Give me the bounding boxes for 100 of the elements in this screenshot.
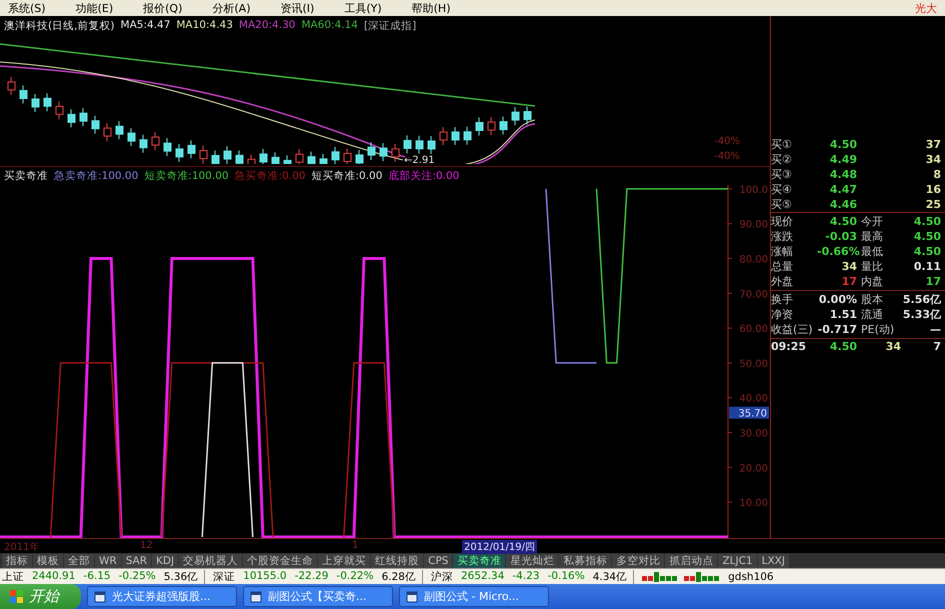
index-name: 深证 — [213, 570, 236, 584]
indicator-title: 买卖奇准 — [4, 169, 48, 183]
order-label: 买② — [771, 152, 793, 167]
quote-label: 涨跌 — [771, 229, 794, 244]
indicator-tab[interactable]: 私募指标 — [559, 554, 612, 568]
indicator-tab[interactable]: 个股资金生命 — [243, 554, 318, 568]
index-percent: -0.16% — [548, 570, 585, 584]
quote-value: 4.50 — [828, 215, 857, 228]
order-label: 买③ — [771, 167, 793, 182]
tick-price: 4.50 — [828, 340, 857, 353]
candlestick — [56, 100, 64, 120]
index-value: 10155.0 — [243, 570, 287, 584]
indicator-tab[interactable]: 抓启动点 — [665, 554, 718, 568]
indicator-legend: 短买奇准:0.00 — [311, 169, 382, 183]
candlestick — [80, 108, 88, 127]
indicator-tab[interactable]: CPS — [424, 554, 452, 568]
tick-time: 09:25 — [771, 340, 808, 353]
indicator-tab[interactable]: 上穿就买 — [318, 554, 370, 568]
candlestick — [416, 135, 424, 154]
candlestick — [356, 149, 364, 164]
indicator-tab[interactable]: ZLJC1 — [718, 554, 757, 568]
candlestick — [212, 150, 220, 164]
index-amount: 6.28亿 — [382, 570, 416, 584]
order-volume: 34 — [924, 153, 941, 166]
indicator-tab[interactable]: 多空对比 — [612, 554, 664, 568]
window-icon — [94, 590, 106, 602]
order-price: 4.48 — [828, 168, 857, 181]
axis-label: 100.0 — [739, 185, 768, 196]
candlestick — [128, 128, 136, 147]
quote-value: — — [929, 323, 941, 336]
indicator-tab[interactable]: KDJ — [152, 554, 178, 568]
indicator-legend: 底部关注:0.00 — [388, 169, 460, 183]
market-breadth-icon — [642, 572, 720, 582]
candlestick — [248, 154, 256, 164]
windows-logo-icon — [10, 590, 23, 603]
index-change: -4.23 — [512, 570, 540, 584]
index-percent: -0.22% — [336, 570, 374, 584]
quote-label: 现价 — [771, 214, 794, 229]
menu-item[interactable]: 功能(E) — [76, 0, 114, 16]
axis-label: 70.00 — [739, 289, 768, 300]
indicator-tab[interactable]: 全部 — [64, 554, 94, 568]
start-button[interactable]: 开始 — [0, 584, 81, 609]
quote-value: 5.33亿 — [902, 307, 941, 322]
indicator-tab[interactable]: 模板 — [33, 554, 63, 568]
quote-label: 涨幅 — [771, 244, 794, 259]
taskbar-button[interactable]: 光大证券超强版股... — [87, 586, 237, 607]
axis-label: 40.00 — [739, 394, 768, 405]
quote-value: 4.50 — [912, 215, 941, 228]
taskbar-button[interactable]: 副图公式 - Micro... — [399, 586, 549, 607]
indicator-tab[interactable]: WR — [95, 554, 121, 568]
axis-label: 80.00 — [739, 254, 768, 266]
taskbar-button[interactable]: 副图公式【买卖奇... — [243, 586, 393, 607]
candlestick — [308, 151, 316, 164]
indicator-tab[interactable]: LXXJ — [758, 554, 789, 568]
menu-item[interactable]: 系统(S) — [8, 0, 46, 16]
candlestick — [524, 106, 532, 126]
quote-value: 17 — [840, 275, 857, 288]
tick-count: 7 — [932, 340, 941, 353]
quote-label: 总量 — [771, 259, 794, 274]
axis-label: 60.00 — [739, 324, 768, 336]
menu-item[interactable]: 分析(A) — [212, 0, 250, 16]
quote-value: 1.51 — [828, 308, 857, 321]
quote-label: 最高 — [860, 229, 884, 244]
order-price: 4.50 — [828, 138, 857, 151]
menu-item[interactable]: 报价(Q) — [143, 0, 182, 16]
quote-label: 量比 — [860, 259, 884, 274]
indicator-tab[interactable]: SAR — [122, 554, 152, 568]
indicator-tab[interactable]: 指标 — [2, 554, 32, 568]
stock-title: 澳洋科技(日线,前复权) — [4, 19, 115, 33]
indicator-tab[interactable]: 买卖奇准 — [453, 554, 506, 568]
ma-legend: MA10:4.43 — [176, 19, 233, 33]
candlestick — [68, 108, 76, 128]
quote-label: PE(动) — [860, 322, 896, 337]
axis-label: 50.00 — [739, 358, 768, 370]
menu-item[interactable]: 帮助(H) — [412, 0, 450, 16]
date-axis-label: 2011年 — [4, 541, 40, 554]
brand-label: 光大 — [915, 0, 937, 16]
index-percent: -0.25% — [118, 570, 156, 584]
indicator-tab[interactable]: 交易机器人 — [179, 554, 242, 568]
quote-label: 收益(三) — [771, 322, 814, 337]
candlestick — [152, 132, 160, 151]
candlestick — [164, 138, 172, 157]
indicator-tab[interactable]: 星光灿烂 — [506, 554, 558, 568]
quote-value: 4.50 — [912, 245, 941, 258]
candlestick — [500, 116, 508, 136]
candlestick — [452, 126, 460, 146]
index-value: 2440.91 — [32, 570, 76, 584]
order-price: 4.49 — [828, 153, 857, 166]
indicator-tab[interactable]: 红线持股 — [371, 554, 424, 568]
order-price: 4.47 — [828, 183, 857, 196]
candlestick — [284, 154, 292, 164]
quote-value: 17 — [924, 275, 941, 288]
order-price: 4.46 — [828, 198, 857, 211]
candlestick — [104, 122, 112, 142]
candlestick — [368, 142, 376, 161]
menu-item[interactable]: 资讯(I) — [280, 0, 314, 16]
menu-item[interactable]: 工具(Y) — [344, 0, 382, 16]
candlestick — [272, 152, 280, 164]
axis-label: 30.00 — [739, 428, 768, 440]
candlestick — [116, 120, 124, 140]
